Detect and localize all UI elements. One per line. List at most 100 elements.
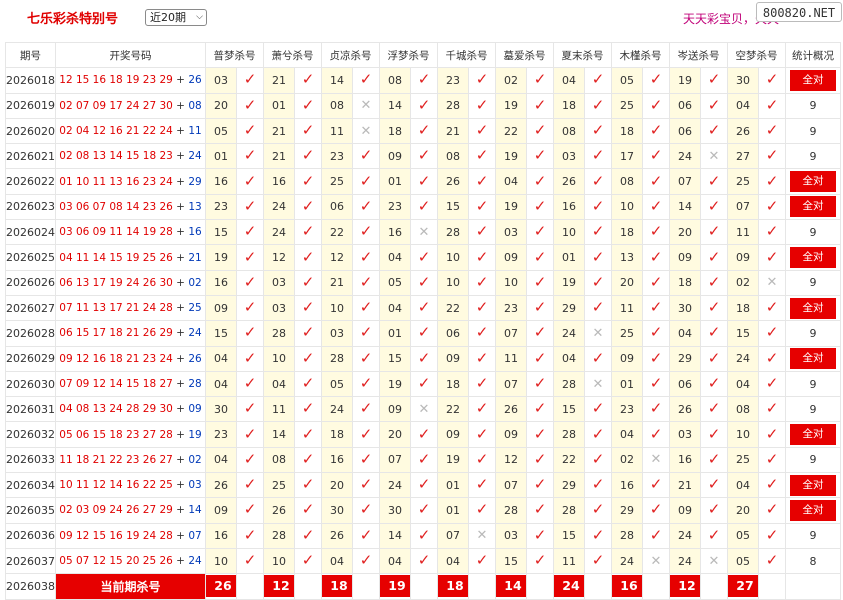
check-mark-icon: ✓	[475, 95, 489, 114]
kill-number: 09	[495, 421, 527, 448]
kill-number: 10	[611, 193, 643, 221]
check-mark-icon: ✓	[243, 525, 257, 544]
result-mark: ✓	[526, 143, 554, 170]
predicted-kill-number: 14	[496, 575, 526, 598]
kill-number: 24	[553, 320, 585, 347]
prediction-cell: 18	[321, 573, 353, 600]
result-mark: ✓	[294, 345, 322, 372]
result-mark: ✕	[700, 547, 728, 575]
result-mark: ✓	[758, 472, 786, 499]
check-mark-icon: ✓	[649, 323, 663, 342]
site-watermark: 800820.NET	[756, 2, 842, 22]
plus-sign: +	[172, 302, 189, 315]
check-mark-icon: ✓	[591, 399, 605, 418]
draw-numbers: 09 12 15 16 19 24 28 + 07	[55, 522, 206, 549]
result-mark: ✓	[468, 345, 496, 372]
result-mark: ✓	[410, 143, 438, 170]
kill-number: 10	[205, 547, 237, 575]
check-mark-icon: ✓	[591, 348, 605, 367]
kill-number: 20	[379, 421, 411, 448]
stat-cell: 9	[785, 117, 841, 145]
kill-number: 06	[669, 117, 701, 145]
result-mark: ✓	[468, 219, 496, 246]
check-mark-icon: ✓	[359, 475, 373, 494]
check-mark-icon: ✓	[301, 222, 315, 241]
check-mark-icon: ✓	[533, 171, 547, 190]
check-mark-icon: ✓	[765, 500, 779, 519]
draw-numbers: 02 07 09 17 24 27 30 + 08	[55, 92, 206, 119]
check-mark-icon: ✓	[301, 500, 315, 519]
period-select[interactable]: 近20期 ⌵	[145, 9, 207, 26]
check-mark-icon: ✓	[417, 146, 431, 165]
check-mark-icon: ✓	[301, 95, 315, 114]
result-mark: ✓	[468, 547, 496, 575]
kill-number: 18	[611, 219, 643, 246]
check-mark-icon: ✓	[707, 222, 721, 241]
prediction-cell: 26	[205, 573, 237, 600]
check-mark-icon: ✓	[475, 449, 489, 468]
main-numbers: 02 03 09 24 26 27 29	[59, 504, 173, 517]
kill-number: 07	[495, 370, 527, 398]
kill-number: 23	[495, 294, 527, 322]
check-mark-icon: ✓	[475, 70, 489, 89]
check-mark-icon: ✓	[359, 323, 373, 342]
kill-number: 16	[263, 168, 295, 195]
kill-number: 07	[495, 320, 527, 347]
issue-number: 2026022	[5, 168, 56, 195]
predicted-kill-number: 24	[554, 575, 584, 598]
plus-sign: +	[172, 276, 189, 289]
main-numbers: 03 06 07 08 14 23 26	[59, 200, 173, 213]
cross-mark-icon: ✕	[650, 553, 662, 569]
issue-number: 2026028	[5, 320, 56, 347]
all-correct-badge: 全对	[790, 69, 836, 91]
check-mark-icon: ✓	[533, 348, 547, 367]
kill-number: 03	[495, 219, 527, 246]
empty-mark-cell	[468, 573, 496, 600]
issue-number: 2026037	[5, 547, 56, 575]
plus-sign: +	[172, 74, 189, 87]
kill-number: 24	[321, 396, 353, 423]
result-mark: ✓	[468, 497, 496, 524]
stat-cell: 9	[785, 320, 841, 347]
result-mark: ✓	[700, 219, 728, 246]
result-mark: ✓	[642, 497, 670, 524]
table-row: 2026022 01 10 11 13 16 23 24 + 29 16 ✓ 16 ✓ 25…	[5, 168, 841, 195]
result-mark: ✓	[700, 446, 728, 474]
kill-number: 21	[263, 117, 295, 145]
result-mark: ✓	[294, 143, 322, 170]
result-mark: ✓	[410, 168, 438, 195]
check-mark-icon: ✓	[533, 222, 547, 241]
kill-number: 25	[321, 168, 353, 195]
special-number: 03	[188, 479, 202, 492]
table-row: 2026021 02 08 13 14 15 18 23 + 24 01 ✓ 21 ✓ 23…	[5, 143, 841, 170]
kill-number: 03	[495, 522, 527, 549]
kill-number: 11	[495, 345, 527, 372]
result-mark: ✓	[584, 67, 612, 94]
check-mark-icon: ✓	[301, 475, 315, 494]
result-mark: ✓	[294, 168, 322, 195]
check-mark-icon: ✓	[417, 449, 431, 468]
kill-number: 16	[611, 472, 643, 499]
draw-numbers: 02 03 09 24 26 27 29 + 14	[55, 497, 206, 524]
kill-number: 18	[321, 421, 353, 448]
check-mark-icon: ✓	[765, 121, 779, 140]
plus-sign: +	[172, 175, 189, 188]
table-row: 2026023 03 06 07 08 14 23 26 + 13 23 ✓ 24 ✓ 06…	[5, 193, 841, 221]
check-mark-icon: ✓	[533, 298, 547, 317]
result-mark: ✓	[410, 269, 438, 296]
main-numbers: 12 15 16 18 19 23 29	[59, 74, 173, 87]
check-mark-icon: ✓	[243, 348, 257, 367]
result-mark: ✕	[700, 143, 728, 170]
empty-mark-cell	[758, 573, 786, 600]
result-mark: ✓	[642, 396, 670, 423]
result-mark: ✓	[526, 294, 554, 322]
stat-cell: 全对	[785, 421, 841, 448]
result-mark: ✓	[468, 446, 496, 474]
result-mark: ✓	[642, 522, 670, 549]
kill-number: 26	[205, 472, 237, 499]
result-mark: ✕	[642, 446, 670, 474]
kill-number: 23	[437, 67, 469, 94]
result-mark: ✕	[758, 269, 786, 296]
check-mark-icon: ✓	[475, 171, 489, 190]
kill-number: 10	[495, 269, 527, 296]
